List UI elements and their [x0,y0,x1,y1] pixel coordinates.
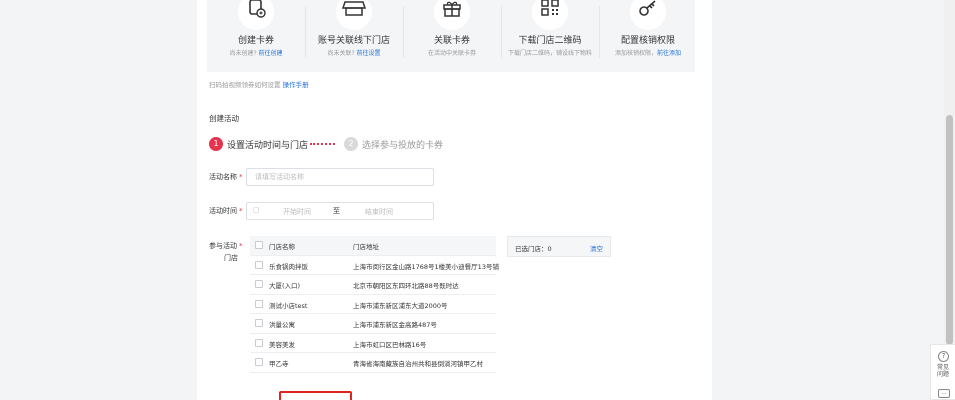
step-create-coupon: 创建卡券 尚未创建? 前往创建 [207,0,305,72]
table-row[interactable]: 洪量公寓 上海市浦东新区金高路487号 [250,314,496,334]
row-checkbox[interactable] [255,358,263,366]
date-range-picker[interactable]: ▢ 开始时间 至 结束时间 [246,202,434,220]
steps-overview: 创建卡券 尚未创建? 前往创建 账号关联线下门店 尚未关联? 前往设置 关联卡券… [207,0,695,72]
row-checkbox[interactable] [255,260,263,269]
store-table: 门店名称 门店地址 乐食锅肉拌饭 上海市闵行区金山路1768号1楼美小迪餐厅13… [250,236,499,373]
faq-link[interactable]: 常见问题 [935,364,951,378]
stores-label: 参与活动 * [209,242,243,250]
row-checkbox[interactable] [255,299,263,308]
step-link-coupon: 关联卡券 在活动中关联卡券 [403,0,501,72]
row-checkbox[interactable] [255,280,263,288]
step-desc: 尚未关联? 前往设置 [327,50,381,57]
page-scrollbar[interactable] [944,0,955,400]
step-desc: 在活动中关联卡券 [427,50,476,57]
store-name: 大厦(入口) [269,282,301,290]
coupon-add-icon [238,0,274,30]
step-verify-permission: 配置核销权限 添加核销权限，前往添加 [599,0,697,72]
step-title: 下载门店二维码 [518,36,582,46]
selected-stores-box: 已选门店：0 清空 [507,236,611,257]
floating-help-bar: ? 常见问题 ... [930,344,955,400]
go-add-link[interactable]: 前往添加 [657,50,681,57]
column-header-address: 门店地址 [353,243,379,251]
step-download-qrcode: 下载门店二维码 下载门店二维码，铺设线下物料 [501,0,599,72]
wizard-step-1: 1 设置活动时间与门店 [209,136,308,152]
store-address: 上海市闵行区金山路1768号1楼美小迪餐厅13号铺 [353,262,499,271]
go-create-link[interactable]: 前往创建 [259,50,283,57]
section-title: 创建活动 [209,114,239,123]
table-row[interactable]: 大厦(入口) 北京市朝阳区东四环北路88号既时达 [250,275,496,295]
calendar-icon: ▢ [253,206,260,214]
help-icon[interactable]: ? [938,351,949,362]
store-name: 美容美发 [269,340,295,349]
column-header-name: 门店名称 [269,243,295,251]
selected-count: 已选门店：0 [515,245,552,253]
store-name: 洪量公寓 [269,321,295,329]
row-checkbox[interactable] [255,338,263,347]
step-label: 设置活动时间与门店 [227,140,309,151]
start-time-input[interactable]: 开始时间 [283,207,311,217]
store-address: 青海省海南藏族自治州共和县倒淌河镇甲乙村 [353,360,483,368]
step-link-store: 账号关联线下门店 尚未关联? 前往设置 [305,0,403,72]
step-desc: 添加核销权限，前往添加 [614,50,682,57]
store-name: 乐食锅肉拌饭 [269,262,308,271]
store-name: 甲乙寺 [269,360,289,368]
step-title: 关联卡券 [433,36,470,46]
key-icon [630,0,666,30]
end-time-input[interactable]: 结束时间 [365,207,393,217]
next-step-button[interactable] [279,391,352,400]
table-row[interactable]: 甲乙寺 青海省海南藏族自治州共和县倒淌河镇甲乙村 [250,353,496,373]
step-number: 1 [209,137,223,151]
row-checkbox[interactable] [255,319,263,327]
table-row[interactable]: 测试小店test 上海市浦东新区浦东大道2000号 [250,295,496,314]
table-row[interactable]: 乐食锅肉拌饭 上海市闵行区金山路1768号1楼美小迪餐厅13号铺 [250,256,499,275]
store-address: 上海市虹口区巴林路16号 [353,340,427,349]
clear-button[interactable]: 清空 [590,243,603,253]
select-all-checkbox[interactable] [255,241,263,249]
stores-label-line2: 门店 [224,254,238,262]
manual-link[interactable]: 操作手册 [283,81,309,89]
step-title: 创建卡券 [237,36,274,46]
scrollbar-thumb[interactable] [946,115,953,345]
step-title: 账号关联线下门店 [317,36,390,46]
store-address: 北京市朝阳区东四环北路88号既时达 [353,282,459,290]
gift-icon [434,0,470,30]
step-desc: 下载门店二维码，铺设线下物料 [507,50,592,57]
store-address: 上海市浦东新区浦东大道2000号 [353,301,448,310]
store-name: 测试小店test [269,301,308,310]
activity-time-label: 活动时间 * [209,207,243,215]
table-row[interactable]: 美容美发 上海市虹口区巴林路16号 [250,334,496,353]
wizard-step-2: 2 选择参与投放的卡券 [344,136,443,152]
activity-name-label: 活动名称 * [209,173,243,181]
chat-icon[interactable]: ... [938,389,950,398]
step-label: 选择参与投放的卡券 [362,140,444,151]
table-header: 门店名称 门店地址 [250,236,496,256]
store-address: 上海市浦东新区金高路487号 [353,321,437,329]
go-settings-link[interactable]: 前往设置 [357,50,381,57]
step-title: 配置核销权限 [620,36,675,46]
help-note: 扫码拍视频领券如何设置 操作手册 [209,81,309,89]
step-number: 2 [344,137,358,151]
range-separator: 至 [333,207,340,215]
store-icon [336,0,372,30]
step-connector [310,143,335,145]
step-desc: 尚未创建? 前往创建 [229,50,283,57]
qrcode-icon [532,0,568,30]
activity-name-input[interactable] [246,168,434,186]
